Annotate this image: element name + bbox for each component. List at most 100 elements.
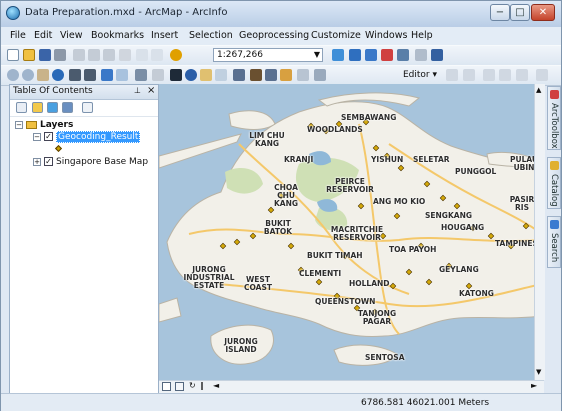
pause-drawing-icon[interactable]: ‖: [200, 381, 204, 390]
html-popup-icon[interactable]: [215, 69, 227, 81]
scroll-up-arrow-icon[interactable]: ▲: [536, 86, 541, 94]
map-vertical-scrollbar[interactable]: ▲ ▼: [534, 84, 545, 380]
redo-icon[interactable]: [151, 49, 163, 61]
clear-selection-icon[interactable]: [152, 69, 164, 81]
whats-this-icon[interactable]: [431, 49, 443, 61]
measure-icon[interactable]: [233, 69, 245, 81]
chevron-down-icon[interactable]: ▼: [314, 49, 320, 61]
zoom-in-icon[interactable]: [7, 69, 19, 81]
open-folder-icon[interactable]: [23, 49, 35, 61]
edit-annotation-icon[interactable]: [463, 69, 475, 81]
create-viewer-icon[interactable]: [314, 69, 326, 81]
refresh-icon[interactable]: ↻: [189, 381, 196, 390]
tree-row-geocoding-result[interactable]: − ✓ Geocoding_Result: [33, 131, 141, 144]
list-by-visibility-icon[interactable]: [47, 102, 58, 113]
select-elements-icon[interactable]: [170, 69, 182, 81]
modelbuilder-icon[interactable]: [415, 49, 427, 61]
menu-view[interactable]: View: [60, 30, 83, 41]
map-label-ang-mo-kio: ANG MO KIO: [373, 197, 426, 206]
data-view-icon[interactable]: [162, 382, 171, 391]
find-route-icon[interactable]: [265, 69, 277, 81]
menu-geoprocessing[interactable]: Geoprocessing: [239, 30, 309, 41]
layer-visibility-checkbox[interactable]: ✓: [44, 157, 53, 166]
sketch-properties-icon[interactable]: [536, 69, 548, 81]
copy-icon[interactable]: [88, 49, 100, 61]
layout-view-icon[interactable]: [175, 382, 184, 391]
editor-toolbar-icon[interactable]: [332, 49, 344, 61]
save-icon[interactable]: [39, 49, 51, 61]
map-label-tanjong-pagar: TANJONG PAGAR: [357, 309, 397, 326]
list-by-selection-icon[interactable]: [62, 102, 73, 113]
scroll-left-arrow-icon[interactable]: ◄: [213, 381, 219, 390]
table-of-contents-icon[interactable]: [349, 49, 361, 61]
print-icon[interactable]: [54, 49, 66, 61]
map-label-yishun: YISHUN: [371, 155, 404, 164]
menu-windows[interactable]: Windows: [365, 30, 407, 41]
undo-icon[interactable]: [136, 49, 148, 61]
expand-icon[interactable]: +: [33, 157, 41, 166]
layer-name-geocoding-result[interactable]: Geocoding_Result: [56, 131, 141, 143]
auto-hide-pin-icon[interactable]: ⊥: [134, 86, 141, 95]
map-label-clementi: CLEMENTI: [299, 269, 342, 278]
straight-segment-icon[interactable]: [483, 69, 495, 81]
tree-row-singapore-base-map[interactable]: + ✓ Singapore Base Map: [33, 156, 148, 169]
menu-bookmarks[interactable]: Bookmarks: [91, 30, 144, 41]
table-of-contents-panel: Table Of Contents ⊥ × − Layers − ✓ Geocodin…: [9, 84, 159, 402]
search-dock-tab[interactable]: Search: [547, 216, 561, 268]
editor-menu-button[interactable]: Editor ▾: [403, 70, 437, 80]
pan-hand-icon[interactable]: [37, 69, 49, 81]
select-features-icon[interactable]: [135, 69, 147, 81]
list-by-source-icon[interactable]: [32, 102, 43, 113]
maximize-button[interactable]: □: [510, 4, 530, 21]
back-extent-icon[interactable]: [101, 69, 113, 81]
identify-icon[interactable]: [185, 69, 197, 81]
collapse-icon[interactable]: −: [15, 120, 23, 129]
menu-edit[interactable]: Edit: [34, 30, 52, 41]
add-data-icon[interactable]: [170, 49, 182, 61]
fixed-zoom-out-icon[interactable]: [84, 69, 96, 81]
menu-insert[interactable]: Insert: [151, 30, 178, 41]
list-by-drawing-order-icon[interactable]: [16, 102, 27, 113]
scroll-down-arrow-icon[interactable]: ▼: [536, 368, 541, 376]
close-button[interactable]: ✕: [531, 4, 555, 21]
menu-customize[interactable]: Customize: [311, 30, 361, 41]
new-document-icon[interactable]: [7, 49, 19, 61]
arctoolbox-icon[interactable]: [381, 49, 393, 61]
map-scale-combobox[interactable]: 1:267,266 ▼: [213, 48, 323, 62]
fixed-zoom-in-icon[interactable]: [69, 69, 81, 81]
find-binoculars-icon[interactable]: [250, 69, 262, 81]
layer-visibility-checkbox[interactable]: ✓: [44, 132, 53, 141]
map-horizontal-scrollbar[interactable]: ↻ ‖ ◄ ►: [159, 380, 544, 393]
toc-close-button[interactable]: ×: [147, 85, 155, 96]
menu-selection[interactable]: Selection: [189, 30, 233, 41]
end-point-arc-icon[interactable]: [499, 69, 511, 81]
paste-icon[interactable]: [103, 49, 115, 61]
map-label-jurong-industrial-estate: JURONG INDUSTRIAL ESTATE: [183, 265, 235, 290]
collapse-icon[interactable]: −: [33, 132, 41, 141]
map-display[interactable]: SEMBAWANG WOODLANDS LIM CHU KANG KRANJI …: [159, 84, 542, 380]
trace-icon[interactable]: [516, 69, 528, 81]
catalog-window-icon[interactable]: [365, 49, 377, 61]
hyperlink-icon[interactable]: [200, 69, 212, 81]
catalog-dock-tab[interactable]: Catalog: [547, 157, 561, 209]
map-label-seletar: SELETAR: [413, 155, 450, 164]
delete-icon[interactable]: [119, 49, 131, 61]
scroll-right-arrow-icon[interactable]: ►: [531, 381, 537, 390]
arctoolbox-dock-tab[interactable]: ArcToolbox: [547, 86, 561, 150]
zoom-out-icon[interactable]: [22, 69, 34, 81]
edit-tool-icon[interactable]: [446, 69, 458, 81]
arcmap-window: Data Preparation.mxd - ArcMap - ArcInfo …: [0, 0, 562, 411]
map-label-peirce-reservoir: PEIRCE RESERVOIR: [326, 177, 374, 194]
menu-file[interactable]: File: [10, 30, 26, 41]
menu-help[interactable]: Help: [411, 30, 433, 41]
python-window-icon[interactable]: [397, 49, 409, 61]
toc-options-icon[interactable]: [82, 102, 93, 113]
cut-icon[interactable]: [73, 49, 85, 61]
minimize-button[interactable]: −: [490, 4, 510, 21]
standard-toolbar: 1:267,266 ▼: [1, 45, 561, 66]
full-extent-icon[interactable]: [52, 69, 64, 81]
go-to-xy-icon[interactable]: [280, 69, 292, 81]
time-slider-icon[interactable]: [297, 69, 309, 81]
forward-extent-icon[interactable]: [116, 69, 128, 81]
layer-name-singapore-base-map[interactable]: Singapore Base Map: [56, 157, 148, 167]
